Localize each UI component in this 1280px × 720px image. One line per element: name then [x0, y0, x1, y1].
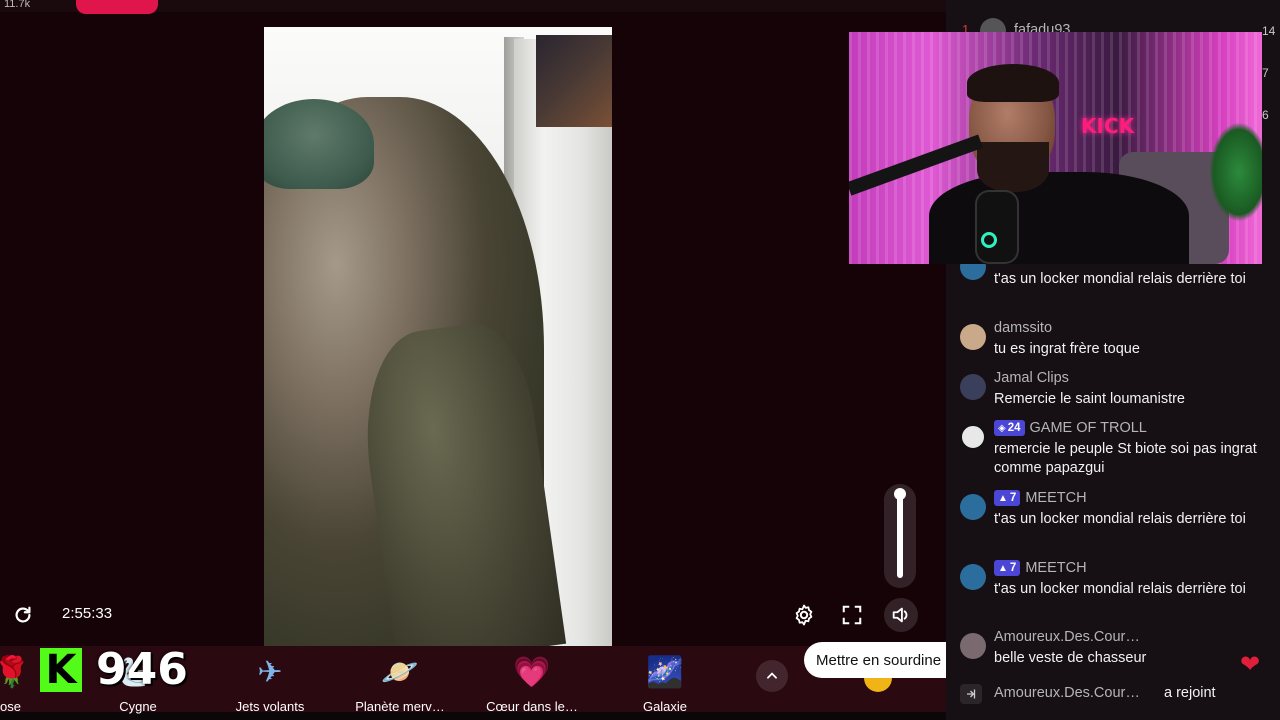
heart-icon[interactable]: ❤	[1240, 652, 1268, 678]
subscriber-badge: ▲ 7	[994, 490, 1021, 506]
triangle-icon: ▲	[998, 562, 1008, 574]
live-pill	[76, 0, 158, 14]
reload-icon[interactable]	[10, 602, 36, 628]
avatar[interactable]	[960, 374, 986, 400]
chat-message[interactable]: ◈ 24 GAME OF TROLL remercie le peuple St …	[946, 420, 1280, 484]
chat-message-text: remercie le peuple St biote soi pas ingr…	[994, 441, 1257, 476]
volume-fill	[897, 494, 903, 578]
video-frame	[264, 27, 612, 646]
gift-galaxie[interactable]: 🌌 Galaxie	[595, 652, 735, 715]
chat-username[interactable]: Amoureux.Des.Cour…	[994, 685, 1140, 701]
join-arrow-icon	[960, 684, 982, 704]
subscriber-badge: ◈ 24	[994, 420, 1025, 436]
chat-message-text: t'as un locker mondial relais derrière t…	[994, 271, 1246, 287]
avatar[interactable]	[960, 494, 986, 520]
kick-counter-overlay: K 946	[40, 644, 188, 695]
gift-expand-button[interactable]	[756, 660, 788, 692]
diamond-icon: ◈	[998, 422, 1006, 434]
galaxy-icon: 🌌	[646, 655, 684, 689]
chat-message[interactable]: Jamal Clips Remercie le saint loumanistr…	[946, 370, 1280, 414]
wall-poster	[536, 35, 612, 127]
joined-text: a rejoint	[1164, 685, 1216, 701]
chat-message-text: t'as un locker mondial relais derrière t…	[994, 511, 1246, 527]
planet-icon: 🪐	[381, 655, 419, 689]
fullscreen-icon[interactable]	[838, 601, 866, 629]
chat-username[interactable]: ▲ 7 MEETCH	[994, 490, 1087, 506]
top-strip: 11.7k	[0, 0, 946, 14]
chat-username[interactable]: Jamal Clips	[994, 370, 1069, 386]
avatar[interactable]	[960, 424, 986, 450]
kick-counter: 946	[96, 644, 188, 695]
stream-page: 11.7k 2:55:33 🌹 ose 🦢 Cygne ✈ Jets volan…	[0, 0, 1280, 720]
side-number: 7	[1262, 66, 1269, 80]
rose-icon: 🌹	[0, 655, 31, 689]
chat-message[interactable]: ▲ 7 MEETCH t'as un locker mondial relais …	[946, 490, 1280, 554]
chat-message[interactable]: ▲ 7 MEETCH t'as un locker mondial relais …	[946, 560, 1280, 624]
avatar[interactable]	[960, 633, 986, 659]
avatar[interactable]	[960, 324, 986, 350]
chat-username[interactable]: ▲ 7 MEETCH	[994, 560, 1087, 576]
volume-slider[interactable]	[884, 484, 916, 588]
volume-knob[interactable]	[894, 488, 906, 500]
chat-message[interactable]: Amoureux.Des.Cour… belle veste de chasse…	[946, 629, 1280, 673]
chat-username[interactable]: damssito	[994, 320, 1052, 336]
chat-message-text: tu es ingrat frère toque	[994, 341, 1140, 357]
chat-username[interactable]: Amoureux.Des.Cour…	[994, 629, 1140, 645]
chat-message-text: Remercie le saint loumanistre	[994, 391, 1185, 407]
volume-mute-icon[interactable]	[884, 598, 918, 632]
video-player[interactable]	[0, 0, 946, 646]
caller-cap	[264, 99, 374, 189]
side-number: 6	[1262, 108, 1269, 122]
plant	[1209, 122, 1262, 222]
gift-planete[interactable]: 🪐 Planète merv…	[330, 652, 470, 715]
microphone	[977, 192, 1017, 262]
user-joined-row: Amoureux.Des.Cour… a rejoint	[946, 682, 1280, 706]
stream-time: 2:55:33	[62, 605, 113, 622]
streamer-webcam: KICK	[849, 32, 1262, 264]
viewer-count: 11.7k	[4, 0, 31, 10]
chat-message[interactable]: damssito tu es ingrat frère toque	[946, 320, 1280, 364]
chevron-up-icon	[767, 672, 777, 679]
jets-icon: ✈	[257, 655, 283, 689]
neon-sign: KICK	[1081, 114, 1135, 138]
gift-jets-volants[interactable]: ✈ Jets volants	[200, 652, 340, 715]
avatar[interactable]	[960, 564, 986, 590]
chat-message-text: t'as un locker mondial relais derrière t…	[994, 581, 1246, 597]
chat-message-text: belle veste de chasseur	[994, 650, 1147, 666]
chat-username[interactable]: ◈ 24 GAME OF TROLL	[994, 420, 1147, 436]
side-number: 14	[1262, 24, 1276, 38]
heart-hands-icon: 💗	[513, 655, 551, 689]
gift-coeur[interactable]: 💗 Cœur dans le…	[462, 652, 602, 715]
settings-gear-icon[interactable]	[790, 601, 818, 629]
subscriber-badge: ▲ 7	[994, 560, 1021, 576]
kick-logo-icon: K	[40, 647, 82, 692]
triangle-icon: ▲	[998, 492, 1008, 504]
